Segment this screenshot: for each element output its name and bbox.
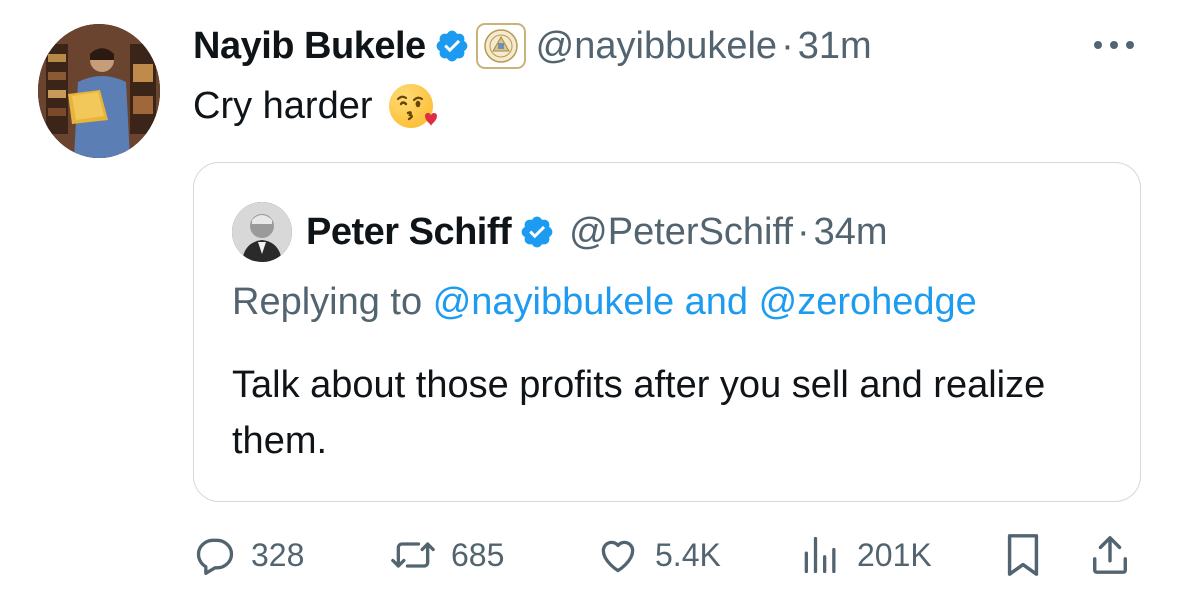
tweet-time[interactable]: 31m — [798, 25, 872, 68]
author-name[interactable]: Nayib Bukele — [193, 25, 426, 68]
views-chart-icon — [804, 536, 836, 574]
author-handle[interactable]: @nayibbukele — [536, 25, 777, 68]
like-count: 5.4K — [655, 536, 721, 573]
quoted-tweet-time[interactable]: 34m — [814, 211, 888, 254]
verified-badge-icon[interactable] — [434, 28, 470, 64]
reply-mention-nayibbukele[interactable]: @nayibbukele — [433, 281, 674, 323]
more-options-icon[interactable] — [1090, 38, 1138, 52]
quoted-author-handle[interactable]: @PeterSchiff — [569, 211, 793, 254]
author-avatar[interactable] — [38, 24, 160, 158]
replying-to-prefix: Replying to — [232, 281, 423, 323]
quoted-author-avatar[interactable] — [232, 202, 292, 262]
heart-icon — [601, 540, 635, 573]
reply-mention-and[interactable]: and — [685, 281, 748, 323]
bookmark-button[interactable] — [1003, 525, 1043, 585]
reply-count: 328 — [251, 536, 305, 573]
quoted-tweet-header: Peter Schiff @PeterSchiff · 34m — [306, 207, 888, 257]
replying-to-line: Replying to @nayibbukele and @zerohedge — [232, 281, 977, 324]
tweet-text-content: Cry harder — [193, 84, 373, 127]
reply-button[interactable]: 328 — [193, 525, 304, 585]
views-button[interactable]: 201K — [799, 525, 932, 585]
separator-dot: · — [781, 24, 794, 67]
face-blowing-kiss-icon — [387, 80, 439, 132]
share-icon — [1093, 536, 1127, 574]
reply-icon — [196, 538, 234, 575]
action-bar: 328 685 5.4K 201K — [193, 525, 1143, 585]
tweet: Nayib Bukele @nayibbukele · 31m Cry hard… — [0, 0, 1179, 607]
quoted-tweet-card[interactable]: Peter Schiff @PeterSchiff · 34m Replying… — [193, 162, 1141, 502]
retweet-count: 685 — [451, 536, 505, 573]
government-badge-icon[interactable] — [475, 23, 526, 69]
verified-badge-icon[interactable] — [519, 214, 555, 250]
tweet-text: Cry harder — [193, 80, 439, 132]
retweet-icon — [391, 542, 435, 568]
views-count: 201K — [857, 536, 932, 573]
tweet-header: Nayib Bukele @nayibbukele · 31m — [193, 20, 872, 72]
quoted-tweet-text: Talk about those profits after you sell … — [232, 364, 1046, 462]
share-button[interactable] — [1089, 525, 1131, 585]
retweet-button[interactable]: 685 — [389, 525, 504, 585]
separator-dot: · — [796, 210, 810, 253]
bookmark-icon — [1007, 534, 1039, 576]
reply-mention-zerohedge[interactable]: @zerohedge — [759, 281, 977, 323]
like-button[interactable]: 5.4K — [595, 525, 721, 585]
quoted-author-name[interactable]: Peter Schiff — [306, 211, 512, 254]
